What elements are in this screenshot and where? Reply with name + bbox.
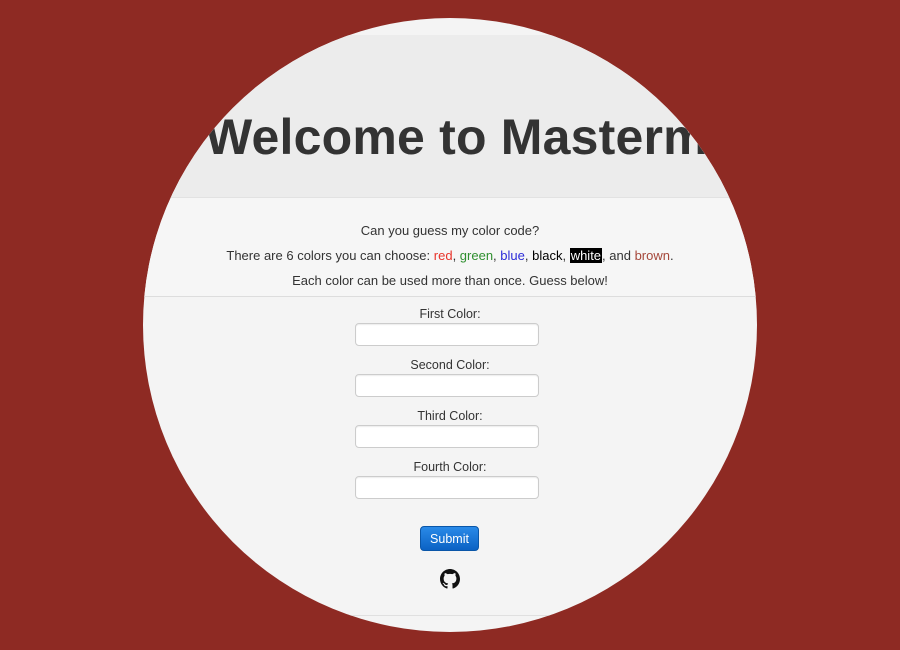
sentence-end: .	[670, 248, 674, 263]
github-icon[interactable]	[440, 569, 460, 589]
second-color-label: Second Color:	[410, 358, 490, 372]
instructions: Can you guess my color code? There are 6…	[143, 198, 757, 297]
color-blue: blue	[500, 248, 525, 263]
color-white: white	[569, 248, 603, 263]
color-red: red	[433, 248, 453, 263]
page-title: Welcome to Mastermind	[205, 109, 757, 165]
second-color-input[interactable]	[355, 374, 539, 397]
separator: ,	[524, 248, 533, 263]
color-brown: brown	[634, 248, 670, 263]
rule-text: Each color can be used more than once. G…	[292, 273, 608, 288]
separator: ,	[452, 248, 460, 263]
first-color-label: First Color:	[419, 307, 481, 321]
page-viewport: Welcome to Mastermind Can you guess my c…	[143, 18, 757, 632]
color-list-text: There are 6 colors you can choose: red , …	[143, 248, 757, 263]
footer-divider	[143, 615, 757, 616]
color-green: green	[459, 248, 494, 263]
separator: ,	[562, 248, 570, 263]
color-list-prefix: There are 6 colors you can choose:	[226, 248, 434, 263]
fourth-color-input[interactable]	[355, 476, 539, 499]
jumbotron: Welcome to Mastermind	[143, 35, 757, 198]
third-color-label: Third Color:	[417, 409, 483, 423]
separator-and: , and	[602, 248, 635, 263]
fourth-color-label: Fourth Color:	[413, 460, 487, 474]
color-black: black	[532, 248, 563, 263]
guess-form: First Color: Second Color: Third Color: …	[143, 297, 757, 617]
first-color-input[interactable]	[355, 323, 539, 346]
third-color-input[interactable]	[355, 425, 539, 448]
submit-button[interactable]: Submit	[420, 526, 479, 551]
question-text: Can you guess my color code?	[360, 223, 540, 238]
